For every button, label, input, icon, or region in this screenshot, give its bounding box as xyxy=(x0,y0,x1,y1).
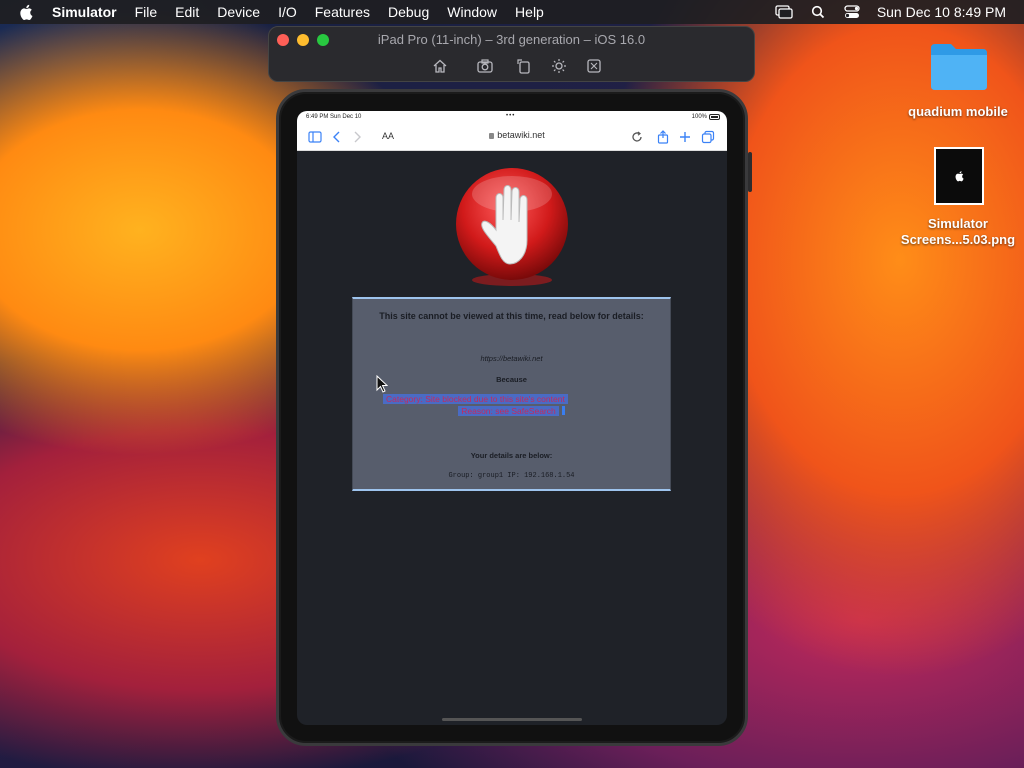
battery-icon xyxy=(709,114,720,120)
menu-bar: Simulator File Edit Device I/O Features … xyxy=(0,0,1024,24)
menu-features[interactable]: Features xyxy=(315,4,370,20)
apple-icon[interactable] xyxy=(18,3,36,21)
details-title: Your details are below: xyxy=(470,451,553,460)
menu-device[interactable]: Device xyxy=(217,4,260,20)
screenshot-file-label[interactable]: Simulator Screens...5.03.png xyxy=(893,216,1023,248)
menu-app-simulator[interactable]: Simulator xyxy=(52,4,117,20)
screen-mirroring-icon[interactable] xyxy=(775,5,793,19)
simulator-window-title: iPad Pro (11-inch) – 3rd generation – iO… xyxy=(377,32,646,47)
screenshot-icon[interactable] xyxy=(476,57,494,75)
folder-icon[interactable] xyxy=(929,40,989,92)
status-time: 6:49 PM Sun Dec 10 xyxy=(306,114,362,120)
block-page-heading: This site cannot be viewed at this time,… xyxy=(379,311,644,321)
shake-icon[interactable] xyxy=(585,57,603,75)
menu-bar-status-area: Sun Dec 10 8:49 PM xyxy=(759,0,1006,24)
appearance-icon[interactable] xyxy=(550,57,568,75)
ipad-side-button[interactable] xyxy=(748,152,752,192)
home-indicator[interactable] xyxy=(442,718,582,721)
simulator-window-titlebar[interactable]: iPad Pro (11-inch) – 3rd generation – iO… xyxy=(268,26,755,82)
back-icon[interactable] xyxy=(330,130,344,144)
folder-label[interactable]: quadium mobile xyxy=(898,104,1018,120)
new-tab-icon[interactable] xyxy=(678,130,692,144)
stop-hand-icon xyxy=(456,168,568,286)
apple-logo-icon xyxy=(955,171,964,182)
address-bar[interactable]: betawiki.net xyxy=(477,130,557,144)
simulator-toolbar xyxy=(269,57,754,75)
lock-icon xyxy=(489,133,495,139)
block-reason-text: Reason: see SafeSearch xyxy=(353,406,670,416)
blocked-url: https://betawiki.net xyxy=(480,354,543,363)
menu-window[interactable]: Window xyxy=(447,4,497,20)
block-page-panel: This site cannot be viewed at this time,… xyxy=(352,297,671,491)
sidebar-icon[interactable] xyxy=(308,130,322,144)
ios-status-bar: 6:49 PM Sun Dec 10 ••• 100% xyxy=(297,111,727,123)
menu-edit[interactable]: Edit xyxy=(175,4,199,20)
search-icon[interactable] xyxy=(809,5,827,19)
selection-caret xyxy=(561,406,565,415)
multitasking-dots[interactable]: ••• xyxy=(506,113,515,119)
ipad-screen[interactable]: 6:49 PM Sun Dec 10 ••• 100% AA betawiki.… xyxy=(297,111,727,725)
battery-percent: 100% xyxy=(691,114,707,120)
mouse-cursor-icon xyxy=(376,375,388,393)
because-label: Because xyxy=(496,375,527,384)
home-icon[interactable] xyxy=(431,57,449,75)
address-bar-url: betawiki.net xyxy=(497,130,545,140)
share-icon[interactable] xyxy=(656,130,670,144)
forward-icon[interactable] xyxy=(350,130,364,144)
menu-help[interactable]: Help xyxy=(515,4,544,20)
menu-io[interactable]: I/O xyxy=(278,4,297,20)
details-line: Group: group1 IP: 192.168.1.54 xyxy=(448,472,575,480)
screenshot-file-icon[interactable] xyxy=(934,147,984,205)
menu-debug[interactable]: Debug xyxy=(388,4,429,20)
block-category-text: Category: Site blocked due to this site'… xyxy=(383,394,670,404)
rotate-icon[interactable] xyxy=(515,57,533,75)
ipad-device-frame: 6:49 PM Sun Dec 10 ••• 100% AA betawiki.… xyxy=(276,89,752,746)
control-center-icon[interactable] xyxy=(843,5,861,19)
safari-toolbar: AA betawiki.net xyxy=(297,123,727,151)
menu-file[interactable]: File xyxy=(135,4,158,20)
reload-icon[interactable] xyxy=(630,130,644,144)
text-size-button[interactable]: AA xyxy=(382,131,394,141)
menu-bar-clock[interactable]: Sun Dec 10 8:49 PM xyxy=(877,4,1006,20)
tabs-icon[interactable] xyxy=(701,130,715,144)
